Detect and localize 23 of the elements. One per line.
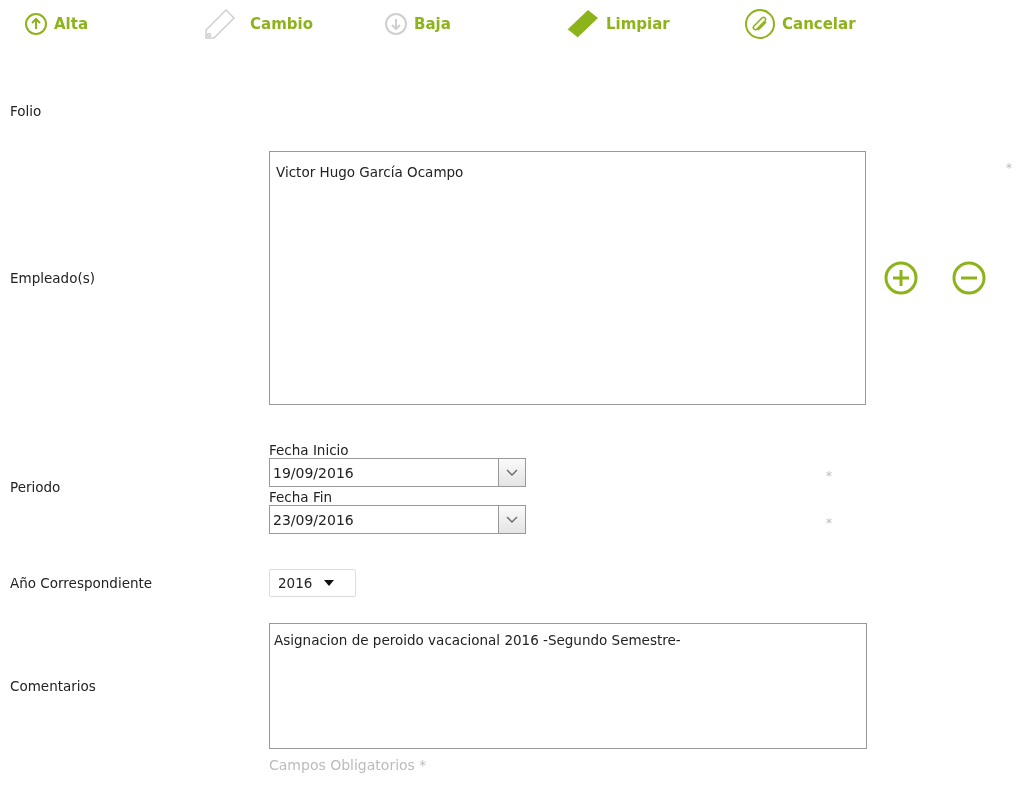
field-label: Fecha Inicio [269, 442, 350, 458]
field-label: Fecha Fin [269, 489, 333, 505]
required-mark: * [1006, 161, 1012, 175]
remove-icon[interactable] [952, 261, 986, 295]
field-label: Periodo [10, 479, 62, 495]
date-field[interactable]: 23/09/2016 [269, 505, 526, 534]
comments-field[interactable]: Asignacion de peroido vacacional 2016 -Segundo Semestre- [269, 623, 867, 749]
field-label: Empleado(s) [10, 270, 96, 286]
date-field[interactable]: 19/09/2016 [269, 458, 526, 487]
add-icon[interactable] [884, 261, 918, 295]
employee-list[interactable]: Victor Hugo García Ocampo [269, 151, 866, 405]
field-label: Comentarios [10, 678, 97, 694]
chevron-down-icon [506, 468, 518, 477]
required-fields-note: Campos Obligatorios * [269, 757, 428, 773]
caret-icon [324, 580, 335, 586]
year-select[interactable]: 2016 [269, 569, 356, 597]
eraser-icon [564, 9, 600, 39]
required-mark: * [826, 515, 832, 530]
field-label: Folio [10, 103, 43, 119]
required-mark: * [826, 468, 832, 483]
chevron-down-icon [506, 515, 518, 524]
list-item[interactable]: Victor Hugo García Ocampo [276, 164, 859, 180]
field-label: Año Correspondiente [10, 575, 154, 591]
